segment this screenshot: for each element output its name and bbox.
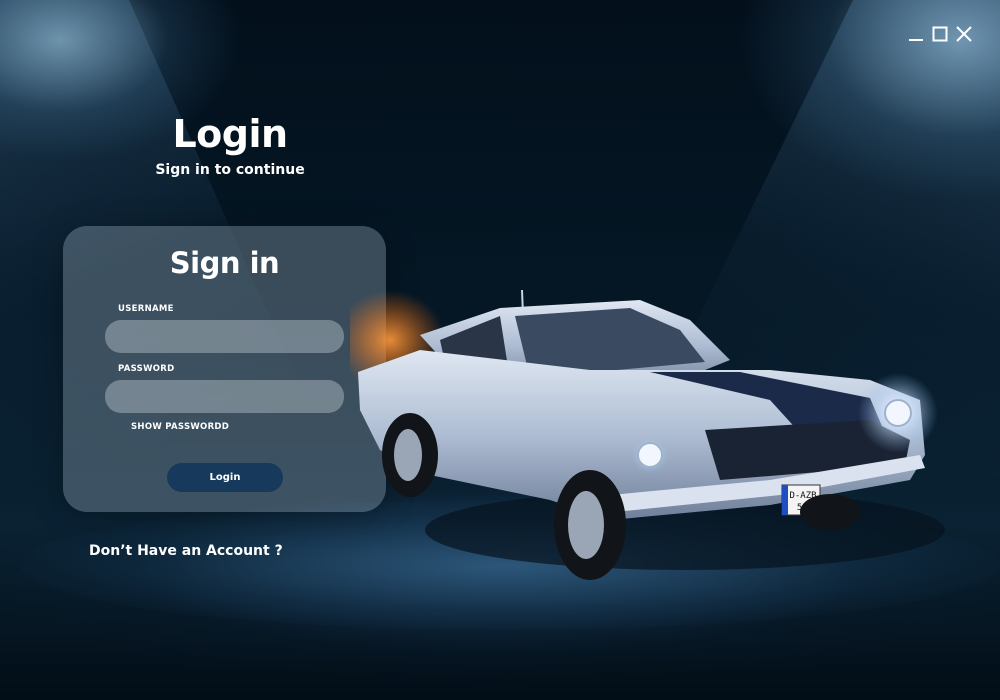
front-hubcap xyxy=(568,491,604,559)
headlight-right xyxy=(884,399,912,427)
rear-hubcap xyxy=(394,429,422,481)
plate-eu-band xyxy=(782,485,788,515)
car-illustration: D-AZB 530 xyxy=(350,289,945,580)
headlight-left-lens xyxy=(637,442,663,468)
minimize-icon[interactable] xyxy=(908,26,924,42)
page-subtitle: Sign in to continue xyxy=(155,162,305,178)
login-button[interactable]: Login xyxy=(167,463,283,492)
maximize-icon[interactable] xyxy=(932,26,948,42)
page-title: Login xyxy=(172,112,288,156)
signup-link[interactable]: Don’t Have an Account ? xyxy=(89,543,283,559)
password-field[interactable] xyxy=(105,380,344,413)
sign-in-card: Sign in USERNAME PASSWORD SHOW PASSWORDD… xyxy=(63,226,386,512)
close-icon[interactable] xyxy=(956,26,972,42)
login-screen: Login Sign in to continue Sign in USERNA… xyxy=(0,0,1000,700)
username-field[interactable] xyxy=(105,320,344,353)
front-right-wheel xyxy=(800,494,860,530)
card-title: Sign in xyxy=(169,246,280,280)
page-heading: Login Sign in to continue xyxy=(130,112,330,178)
password-label: PASSWORD xyxy=(118,364,175,374)
username-label: USERNAME xyxy=(118,304,174,314)
window-controls xyxy=(908,26,972,42)
show-password-toggle[interactable]: SHOW PASSWORDD xyxy=(131,422,229,432)
